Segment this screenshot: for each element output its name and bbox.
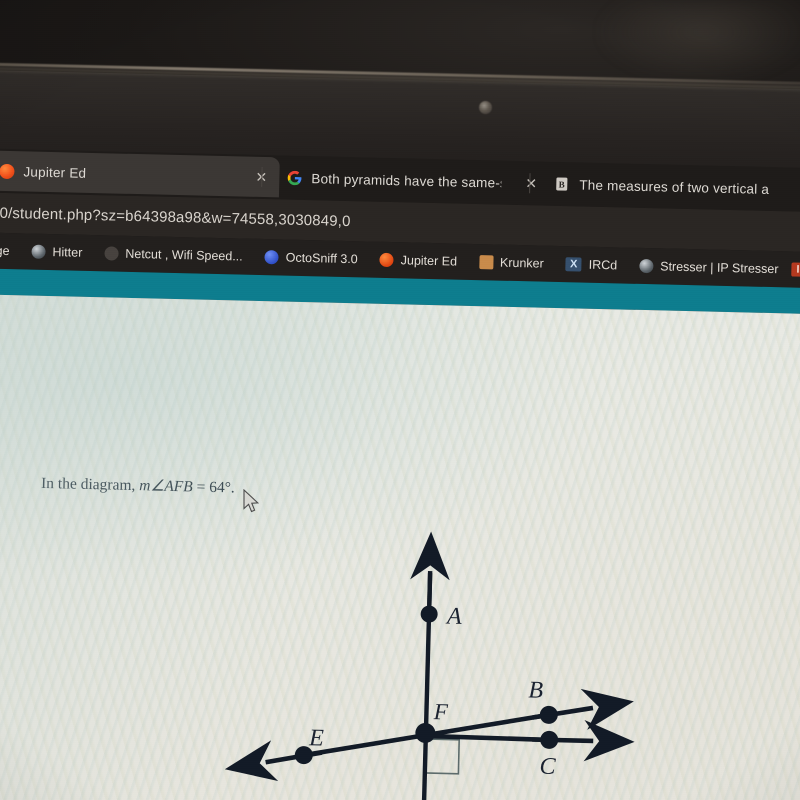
bookmark-label: Jupiter Ed	[400, 253, 458, 269]
bookmark-item-krunker[interactable]: Krunker	[468, 244, 556, 282]
point-C-label: C	[539, 754, 557, 780]
globe-icon	[639, 258, 654, 274]
bookmark-item-hitter[interactable]: Hitter	[20, 233, 94, 271]
bookmark-label: IRCd	[588, 257, 618, 273]
x-icon: X	[565, 257, 582, 272]
svg-text:B: B	[559, 179, 565, 189]
page-content: In the diagram, m∠AFB = 64°. A B C E F	[0, 293, 800, 800]
point-A-dot	[420, 605, 438, 623]
bookmark-item-octosniff[interactable]: OctoSniff 3.0	[253, 239, 369, 278]
point-A-label: A	[445, 603, 463, 629]
tab-label: The measures of two vertical an	[579, 176, 770, 197]
bookmark-label: ge	[0, 243, 10, 259]
bookmark-label: Krunker	[499, 255, 544, 271]
google-favicon	[287, 170, 302, 185]
url-text[interactable]: com/0/student.php?sz=b64398a98&w=74558,3…	[0, 203, 351, 230]
bookmark-item-stresser[interactable]: Stresser | IP Stresser	[628, 248, 790, 288]
point-C-dot	[540, 730, 559, 749]
background-shadow	[600, 0, 800, 80]
octosniff-icon	[264, 250, 279, 265]
bookmark-item-ircd[interactable]: X IRCd	[554, 246, 628, 284]
browser-window: ‹ Jupiter Ed ✕ Both pyramids have the sa…	[0, 148, 800, 800]
bookmark-item-ge[interactable]: ge	[0, 232, 21, 269]
google-g-icon	[287, 170, 302, 185]
krunker-icon	[478, 255, 494, 270]
point-B-dot	[539, 705, 558, 724]
doc-icon: B	[556, 176, 568, 191]
point-B-label: B	[528, 677, 544, 703]
document-favicon: B	[555, 176, 570, 191]
tab-close-icon[interactable]: ✕	[525, 175, 537, 192]
ray-arrow-E	[224, 740, 323, 782]
mouse-cursor	[243, 489, 260, 513]
bookmark-item-ir[interactable]: IR	[789, 251, 800, 288]
tab-label: Jupiter Ed	[23, 163, 87, 181]
jupiter-ed-favicon	[379, 252, 394, 268]
bookmark-label: Netcut , Wifi Speed...	[125, 246, 243, 264]
ray-arrow-A	[410, 531, 450, 606]
tab-label: Both pyramids have the same-sh	[311, 170, 502, 191]
angle-diagram: A B C D E F	[224, 531, 635, 800]
bookmark-item-netcut[interactable]: Netcut , Wifi Speed...	[93, 235, 254, 275]
red-chip-icon: IR	[791, 262, 800, 277]
bookmark-label: OctoSniff 3.0	[285, 250, 358, 267]
bookmark-item-jupiter-ed[interactable]: Jupiter Ed	[368, 242, 468, 280]
tab-vertical-angles[interactable]: B The measures of two vertical an ✕	[541, 164, 800, 211]
right-angle-marker	[424, 738, 461, 775]
point-F-dot	[415, 722, 436, 743]
tab-jupiter-ed[interactable]: Jupiter Ed ✕	[0, 150, 280, 198]
point-F-label: F	[433, 699, 450, 724]
globe-icon	[31, 244, 46, 259]
jupiter-ed-favicon	[0, 163, 15, 179]
screenshot-root: ‹ Jupiter Ed ✕ Both pyramids have the sa…	[0, 0, 800, 800]
tab-both-pyramids[interactable]: Both pyramids have the same-sh ✕	[273, 157, 548, 203]
bookmark-label: Stresser | IP Stresser	[660, 259, 779, 277]
bookmark-label: Hitter	[52, 245, 83, 260]
webcam-icon	[479, 101, 492, 114]
point-E-label: E	[308, 725, 325, 751]
pale-favicon	[104, 246, 119, 261]
